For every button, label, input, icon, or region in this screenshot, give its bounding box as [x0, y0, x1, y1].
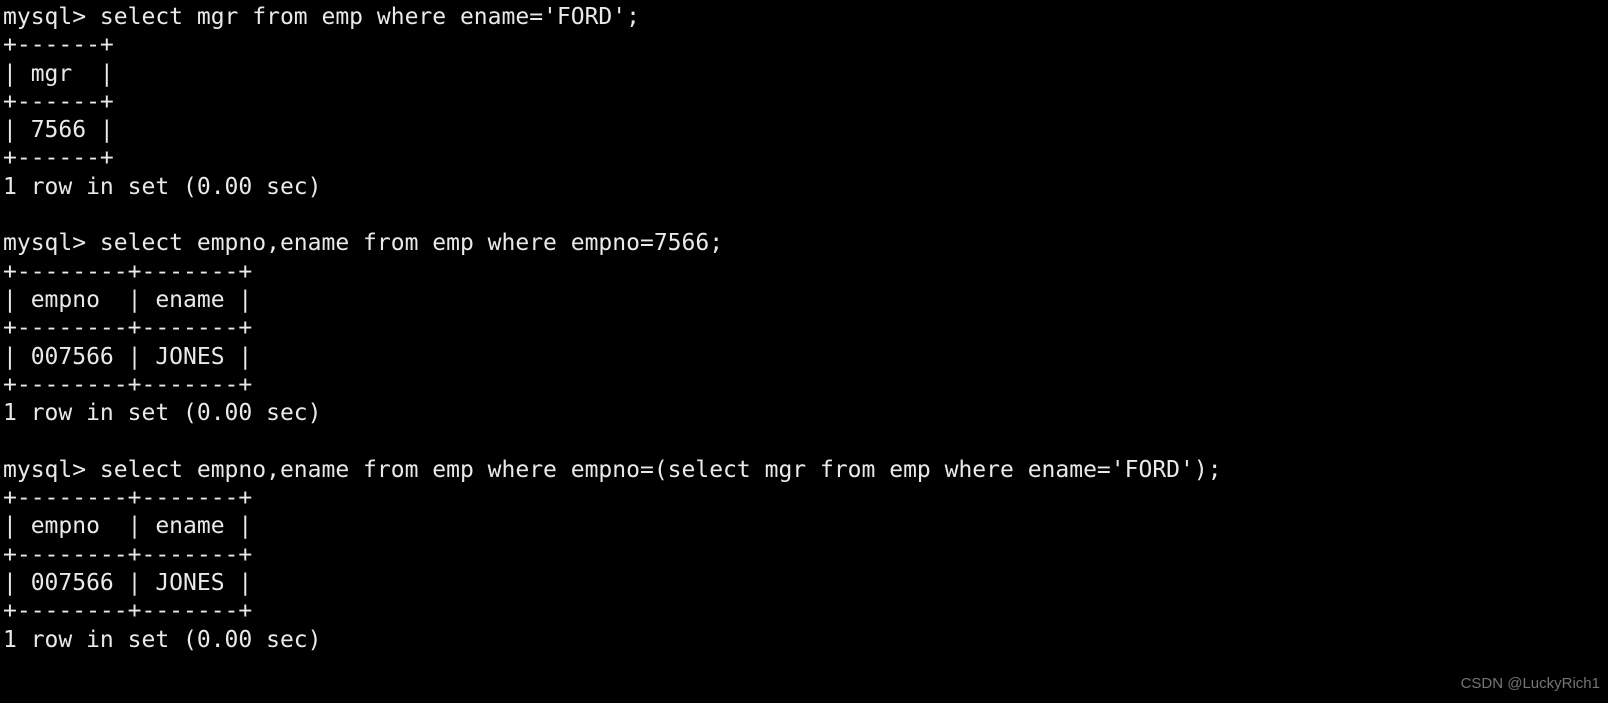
- terminal-line: | mgr |: [3, 60, 114, 87]
- terminal-line: 1 row in set (0.00 sec): [3, 626, 322, 653]
- terminal-line: mysql> select mgr from emp where ename='…: [3, 4, 640, 30]
- terminal-output[interactable]: mysql> select mgr from emp where ename='…: [0, 0, 1608, 703]
- terminal-line: +--------+-------+: [3, 485, 253, 512]
- terminal-line: | 7566 |: [3, 117, 114, 144]
- terminal-line: +--------+-------+: [3, 258, 253, 285]
- terminal-line: | 007566 | JONES |: [3, 569, 253, 596]
- watermark: CSDN @LuckyRich1: [1460, 675, 1600, 692]
- terminal-line: mysql> select empno,ename from emp where…: [3, 456, 1222, 483]
- terminal-line: 1 row in set (0.00 sec): [3, 400, 322, 427]
- terminal-line: | empno | ename |: [3, 286, 253, 313]
- terminal-line: 1 row in set (0.00 sec): [3, 173, 322, 200]
- terminal-line: +--------+-------+: [3, 541, 253, 568]
- terminal-line: +--------+-------+: [3, 371, 253, 398]
- terminal-line: +--------+-------+: [3, 598, 253, 625]
- terminal-line: +--------+-------+: [3, 315, 253, 342]
- terminal-line: +------+: [3, 88, 114, 115]
- terminal-line: | 007566 | JONES |: [3, 343, 253, 370]
- terminal-line: +------+: [3, 32, 114, 59]
- terminal-line: mysql> select empno,ename from emp where…: [3, 230, 724, 257]
- terminal-line: | empno | ename |: [3, 513, 253, 540]
- terminal-line: +------+: [3, 145, 114, 172]
